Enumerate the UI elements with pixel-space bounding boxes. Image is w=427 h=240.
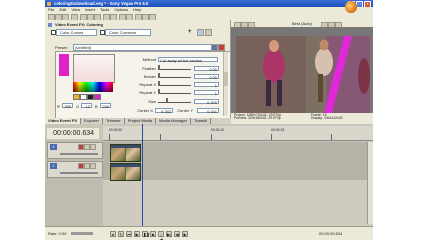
g-value-input[interactable]: 12 bbox=[81, 103, 92, 109]
preview-value: 320x180x32, 29.970p bbox=[247, 116, 281, 121]
video-clip-track-1[interactable] bbox=[110, 143, 141, 162]
preview-label: Preview: bbox=[234, 116, 248, 121]
ruler-label-10: 00:00:10 bbox=[211, 128, 225, 132]
r-value-input[interactable]: 255 bbox=[62, 103, 73, 109]
record-button[interactable]: ● bbox=[110, 230, 116, 237]
repeat-x-slider[interactable] bbox=[158, 81, 191, 86]
preview-info: Project: 1280x720x32, 29.970p Preview: 3… bbox=[231, 113, 373, 124]
fx-chain-color-corrector[interactable]: Color Corrector bbox=[105, 29, 151, 36]
repeat-y-slider[interactable] bbox=[158, 89, 191, 94]
title-bar: coloring51download.veg * - Sony Vegas Pr… bbox=[45, 0, 373, 8]
loop-playback-button[interactable]: ↻ bbox=[118, 230, 124, 237]
repeat-y-label: Repeat Y bbox=[139, 90, 156, 95]
timeline-scrollbar[interactable] bbox=[367, 142, 373, 224]
color-swatch-orange[interactable] bbox=[73, 94, 80, 100]
center-x-value[interactable]: 0.252 bbox=[155, 108, 173, 114]
feather-slider[interactable] bbox=[158, 65, 191, 70]
vegas-window: coloring51download.veg * - Sony Vegas Pr… bbox=[45, 0, 373, 240]
timeline-timecode: 00:00:00.634 bbox=[47, 128, 99, 139]
window-title: coloring51download.veg * - Sony Vegas Pr… bbox=[54, 1, 149, 6]
border-value[interactable]: 0.00 bbox=[194, 74, 219, 80]
fx-panel-title: Video Event FX: Coloring bbox=[55, 22, 103, 27]
fx-chain-color-curves[interactable]: Color Curves bbox=[56, 29, 97, 36]
rate-slider[interactable] bbox=[71, 232, 93, 235]
track-lane-1[interactable] bbox=[103, 142, 373, 162]
track-header-2[interactable]: 2 bbox=[47, 161, 103, 178]
size-value[interactable]: 0.200 bbox=[194, 99, 219, 105]
repeat-x-label: Repeat X bbox=[139, 82, 156, 87]
method-label: Method bbox=[142, 57, 156, 62]
color-swatch-magenta[interactable] bbox=[94, 94, 101, 100]
stop-button[interactable]: ■ bbox=[150, 230, 156, 237]
color-swatch-white[interactable] bbox=[80, 94, 87, 100]
r-label: R bbox=[57, 104, 60, 109]
previous-frame-button[interactable]: ◀ bbox=[174, 230, 180, 237]
fx-panel-scrollbar[interactable] bbox=[223, 52, 228, 116]
center-x-label: Center X bbox=[137, 108, 153, 113]
time-ruler[interactable]: 00:00:00 00:00:10 00:00:15 bbox=[103, 126, 373, 141]
track-lane-2[interactable] bbox=[103, 161, 373, 181]
transport-bar: Rate: 0.00 ● ↻ ⏮ ▶ ❚❚ ■ |◀ ▶| ◀ ▶ 00:00:… bbox=[45, 226, 373, 240]
track-1-fx-icon[interactable] bbox=[90, 144, 96, 150]
feather-value[interactable]: 0.00 bbox=[194, 66, 219, 72]
border-label: Border bbox=[143, 74, 156, 79]
preset-label: Preset: bbox=[55, 45, 68, 50]
vegas-logo-icon bbox=[345, 1, 357, 13]
go-to-end-button[interactable]: ▶| bbox=[166, 230, 172, 237]
track-number-2: 2 bbox=[50, 163, 57, 169]
timeline-empty-area[interactable] bbox=[103, 180, 373, 226]
color-picker-field[interactable] bbox=[73, 54, 115, 83]
transport-timecode: 00:00:00.634 bbox=[319, 231, 343, 236]
track-1-level-slider[interactable] bbox=[60, 153, 98, 155]
size-slider[interactable] bbox=[158, 98, 191, 103]
save-preset-icon[interactable] bbox=[211, 44, 218, 51]
track-number-1: 1 bbox=[50, 144, 57, 150]
track-2-level-slider[interactable] bbox=[60, 172, 98, 174]
playhead-cursor[interactable] bbox=[142, 124, 143, 226]
fx-chain-options-icon[interactable] bbox=[197, 29, 204, 36]
color-swatch-black[interactable] bbox=[87, 94, 94, 100]
b-value-input[interactable]: 226 bbox=[100, 103, 111, 109]
rate-label: Rate: 0.00 bbox=[48, 231, 67, 236]
video-event-fx-panel: Video Event FX: Coloring Color Curves Co… bbox=[45, 20, 231, 119]
selected-color-swatch[interactable] bbox=[59, 54, 69, 76]
g-label: G bbox=[76, 104, 80, 109]
center-y-value[interactable]: 0.411 bbox=[197, 108, 219, 114]
add-fx-plus-icon[interactable]: + bbox=[188, 29, 192, 35]
ruler-label-0: 00:00:00 bbox=[109, 128, 123, 132]
track-header-1[interactable]: 1 bbox=[47, 142, 103, 159]
play-from-start-button[interactable]: ⏮ bbox=[126, 230, 132, 237]
preview-quality-dropdown[interactable]: Best (Auto) bbox=[291, 21, 313, 26]
timeline-panel: 00:00:00.634 00:00:00 00:00:10 00:00:15 … bbox=[45, 124, 373, 226]
play-button[interactable]: ▶ bbox=[134, 230, 140, 237]
feather-label: Feather bbox=[142, 66, 156, 71]
size-label: Size bbox=[148, 99, 156, 104]
app-icon bbox=[47, 1, 51, 6]
fx-chain-remove-icon[interactable] bbox=[205, 29, 212, 36]
hue-spectrum[interactable] bbox=[73, 82, 113, 92]
video-preview-frame bbox=[236, 36, 370, 113]
display-value: 430x242x32 bbox=[324, 116, 343, 121]
track-2-fx-icon[interactable] bbox=[90, 163, 96, 169]
b-label: B bbox=[95, 104, 98, 109]
repeat-y-value[interactable]: 1 bbox=[194, 90, 219, 96]
next-frame-button[interactable]: ▶ bbox=[182, 230, 188, 237]
go-to-start-button[interactable]: |◀ bbox=[158, 230, 164, 240]
repeat-x-value[interactable]: 1 bbox=[194, 82, 219, 88]
display-label: Display: bbox=[311, 116, 324, 121]
border-slider[interactable] bbox=[158, 73, 191, 78]
video-clip-track-2[interactable] bbox=[110, 162, 141, 181]
preset-dropdown[interactable]: (Untitled) bbox=[73, 44, 222, 51]
center-y-label: Center Y bbox=[177, 108, 193, 113]
pause-button[interactable]: ❚❚ bbox=[142, 230, 150, 237]
fx-icon bbox=[48, 22, 52, 27]
method-dropdown[interactable]: Cut away all but section bbox=[158, 57, 218, 63]
ruler-label-15: 00:00:15 bbox=[271, 128, 285, 132]
delete-preset-icon[interactable] bbox=[218, 44, 225, 51]
